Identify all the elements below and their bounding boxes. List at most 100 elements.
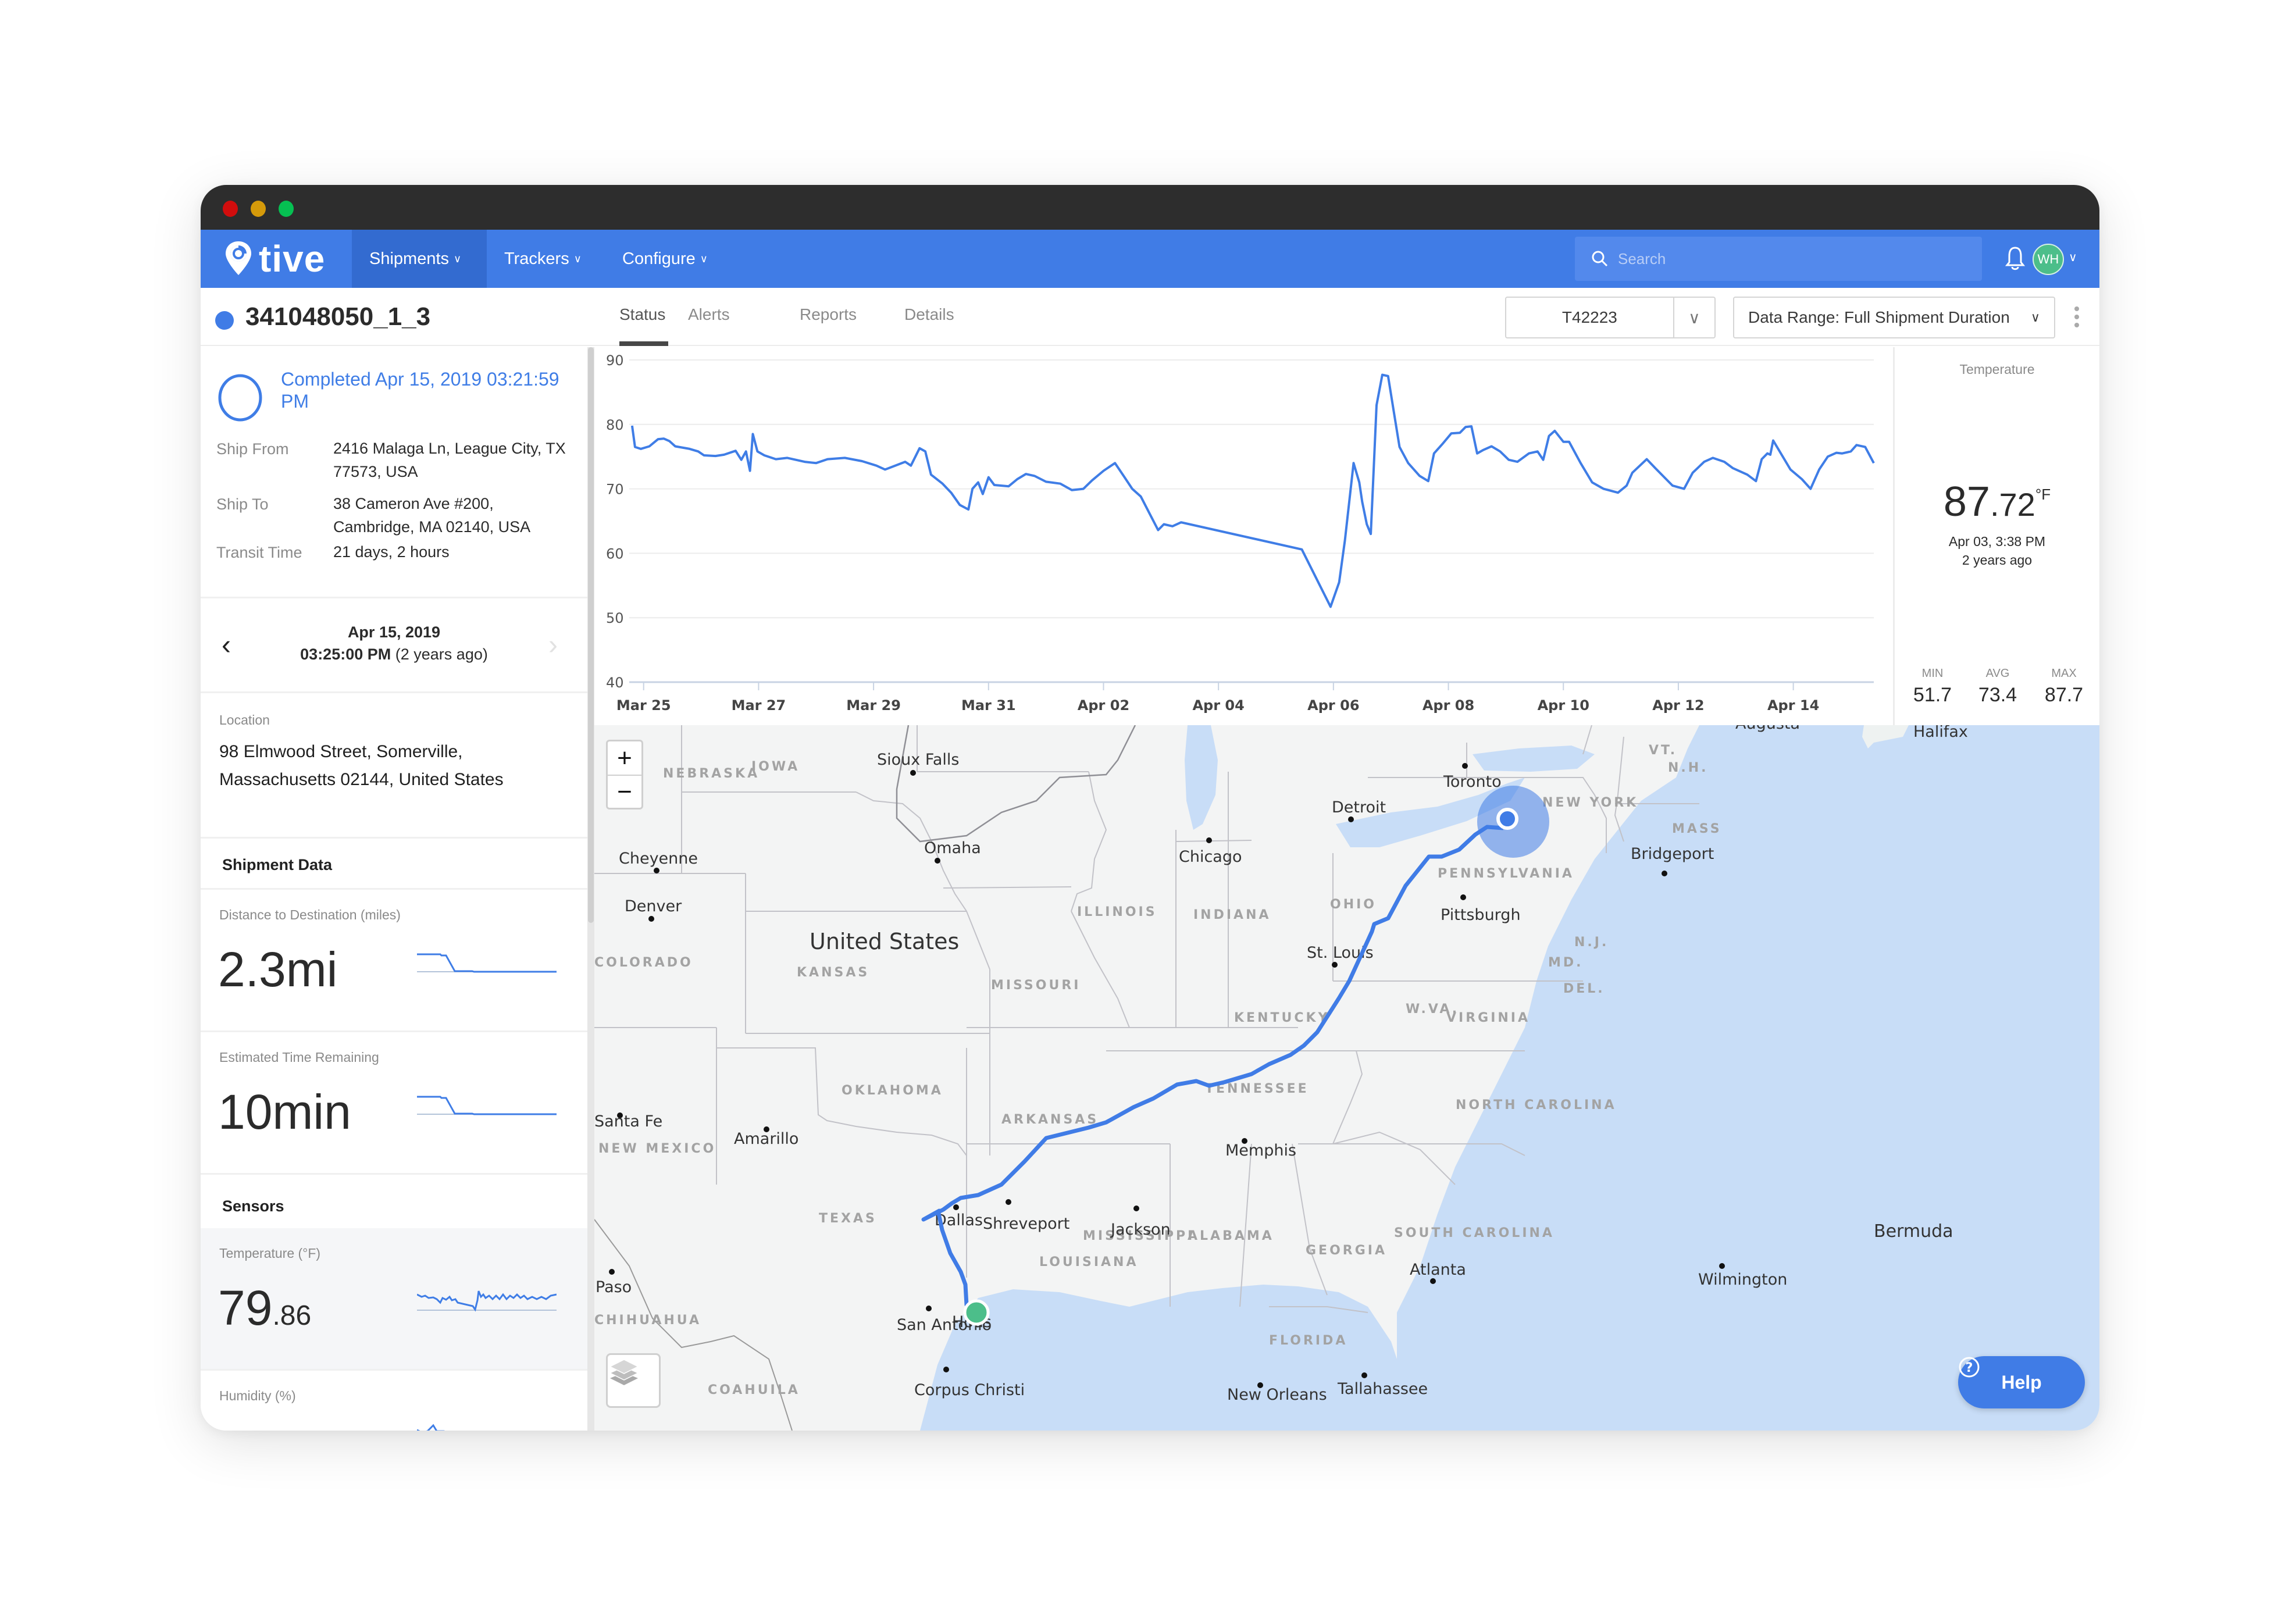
humidity-metric[interactable]: Humidity (%) — [201, 1371, 587, 1431]
status-text: Completed Apr 15, 2019 03:21:59 PM — [281, 369, 559, 412]
active-tab-indicator — [619, 341, 668, 346]
city-label: Santa Fe — [594, 1112, 662, 1130]
maximize-window-button[interactable] — [279, 201, 294, 217]
y-tick-label: 40 — [606, 675, 624, 691]
ship-from-value: 2416 Malaga Ln, League City, TX 77573, U… — [333, 440, 566, 480]
region-label: ALABAMA — [1188, 1229, 1274, 1243]
nav-configure[interactable]: Configure ∨ — [605, 230, 727, 288]
region-label: NEBRASKA — [663, 766, 760, 781]
y-tick-label: 60 — [606, 545, 624, 562]
stat-min-value: 51.7 — [1913, 684, 1952, 706]
data-range-value: Data Range: Full Shipment Duration — [1748, 308, 2010, 326]
search-icon — [1592, 251, 1608, 267]
stat-min: MIN 51.7 — [1901, 667, 1965, 707]
stat-avg-value: 73.4 — [1978, 684, 2017, 706]
x-tick-label: Apr 06 — [1307, 697, 1359, 714]
chevron-down-icon: ∨ — [2030, 310, 2040, 324]
map-canvas[interactable]: NEBRASKA IOWA ILLINOIS INDIANA OHIO NEW … — [594, 725, 2099, 1431]
region-label: LOUISIANA — [1039, 1255, 1138, 1269]
nav-configure-label: Configure — [622, 249, 696, 268]
city-label: Cheyenne — [619, 850, 698, 868]
ocean-label: Bermuda — [1874, 1221, 1953, 1242]
region-label: SOUTH CAROLINA — [1394, 1226, 1555, 1240]
bell-icon[interactable] — [2005, 246, 2025, 272]
eta-sparkline — [417, 1096, 557, 1115]
region-label: COAHUILA — [708, 1383, 800, 1397]
tab-alerts[interactable]: Alerts — [688, 305, 730, 324]
shipment-data-title: Shipment Data — [222, 856, 333, 873]
tracker-select[interactable]: T42223 ∨ — [1505, 297, 1716, 338]
city-label: Paso — [596, 1278, 632, 1296]
region-label: VIRGINIA — [1446, 1011, 1530, 1025]
city-label: Tallahassee — [1337, 1380, 1428, 1398]
city-label: Chicago — [1179, 848, 1242, 866]
sensors-title: Sensors — [222, 1197, 284, 1215]
region-label: PENNSYLVANIA — [1438, 866, 1574, 881]
city-label: Bridgeport — [1631, 845, 1714, 863]
help-button[interactable]: ? Help — [1958, 1356, 2085, 1408]
destination-marker[interactable] — [1496, 808, 1518, 830]
layers-icon — [609, 1359, 639, 1385]
chevron-down-icon[interactable]: ∨ — [2069, 250, 2077, 265]
location-block: Location 98 Elmwood Street, Somerville, … — [201, 696, 587, 839]
y-tick-label: 50 — [606, 610, 624, 626]
distance-metric[interactable]: Distance to Destination (miles) 2.3mi — [201, 890, 587, 1032]
chevron-right-icon[interactable]: › — [548, 629, 558, 661]
nav-shipments-label: Shipments — [369, 249, 450, 268]
tive-logo[interactable]: tive — [224, 238, 325, 280]
date-navigator: ‹ Apr 15, 2019 03:25:00 PM (2 years ago)… — [201, 600, 587, 693]
tab-details[interactable]: Details — [904, 305, 954, 324]
stat-min-label: MIN — [1921, 667, 1944, 680]
x-tick-label: Apr 10 — [1538, 697, 1589, 714]
region-label: ILLINOIS — [1077, 905, 1157, 919]
chevron-down-icon[interactable]: ∨ — [1673, 298, 1714, 337]
shipment-id: 341048050_1_3 — [245, 302, 431, 331]
map-layers-button[interactable] — [606, 1353, 661, 1408]
region-label: MASS — [1672, 822, 1722, 836]
data-range-select[interactable]: Data Range: Full Shipment Duration ∨ — [1733, 297, 2055, 338]
more-options-icon[interactable] — [2072, 306, 2081, 327]
city-label: Atlanta — [1410, 1261, 1466, 1279]
temperature-int: 79 — [218, 1281, 273, 1335]
temperature-metric[interactable]: Temperature (°F) 79.86 — [201, 1228, 587, 1371]
x-tick-label: Apr 04 — [1192, 697, 1244, 714]
user-avatar[interactable]: WH — [2033, 244, 2064, 275]
close-window-button[interactable] — [223, 201, 238, 217]
city-label: Corpus Christi — [914, 1381, 1025, 1399]
temperature-chart-svg[interactable]: 40 50 60 70 80 90 Mar 25 Mar 27 Mar 29 Mar 31 Apr … — [594, 347, 1893, 725]
distance-label: Distance to Destination (miles) — [219, 907, 401, 922]
canada-border — [896, 725, 1136, 843]
eta-metric[interactable]: Estimated Time Remaining 10min — [201, 1032, 587, 1175]
region-label: CHIHUAHUA — [594, 1313, 701, 1328]
nav-shipments[interactable]: Shipments ∨ — [352, 230, 487, 288]
temperature-series-line — [630, 373, 1875, 608]
ship-to-label: Ship To — [216, 495, 269, 513]
tab-status[interactable]: Status — [619, 305, 665, 324]
chevron-down-icon: ∨ — [454, 252, 462, 265]
transit-time-value: 21 days, 2 hours — [333, 543, 450, 561]
search-box[interactable] — [1575, 237, 1982, 281]
region-label: COLORADO — [594, 955, 693, 970]
temperature-value: 79.86 — [218, 1283, 311, 1332]
zoom-in-button[interactable]: + — [608, 741, 641, 775]
region-label: NEW MEXICO — [598, 1142, 716, 1156]
help-label: Help — [2001, 1371, 2042, 1393]
shipment-map[interactable]: NEBRASKA IOWA ILLINOIS INDIANA OHIO NEW … — [594, 725, 2099, 1431]
city-label: Augusta — [1735, 725, 1800, 733]
time-ago: (2 years ago) — [395, 645, 488, 663]
city-label: New Orleans — [1227, 1386, 1327, 1404]
stats-when: Apr 03, 3:38 PM — [1948, 534, 2046, 549]
origin-marker[interactable] — [963, 1299, 990, 1326]
lake-ontario — [1473, 746, 1595, 772]
minimize-window-button[interactable] — [251, 201, 266, 217]
zoom-out-button[interactable]: − — [608, 775, 641, 808]
ship-from-label: Ship From — [216, 440, 289, 458]
sidebar-scrollbar-thumb[interactable] — [588, 347, 594, 923]
tab-reports[interactable]: Reports — [800, 305, 857, 324]
nav-trackers[interactable]: Trackers ∨ — [487, 230, 603, 288]
stat-avg: AVG 73.4 — [1966, 667, 2030, 707]
help-circle-icon: ? — [1959, 1357, 1980, 1378]
shipment-sidebar: Completed Apr 15, 2019 03:21:59 PM Ship … — [201, 347, 587, 1431]
region-label: INDIANA — [1193, 908, 1271, 922]
search-input[interactable] — [1618, 249, 1967, 268]
